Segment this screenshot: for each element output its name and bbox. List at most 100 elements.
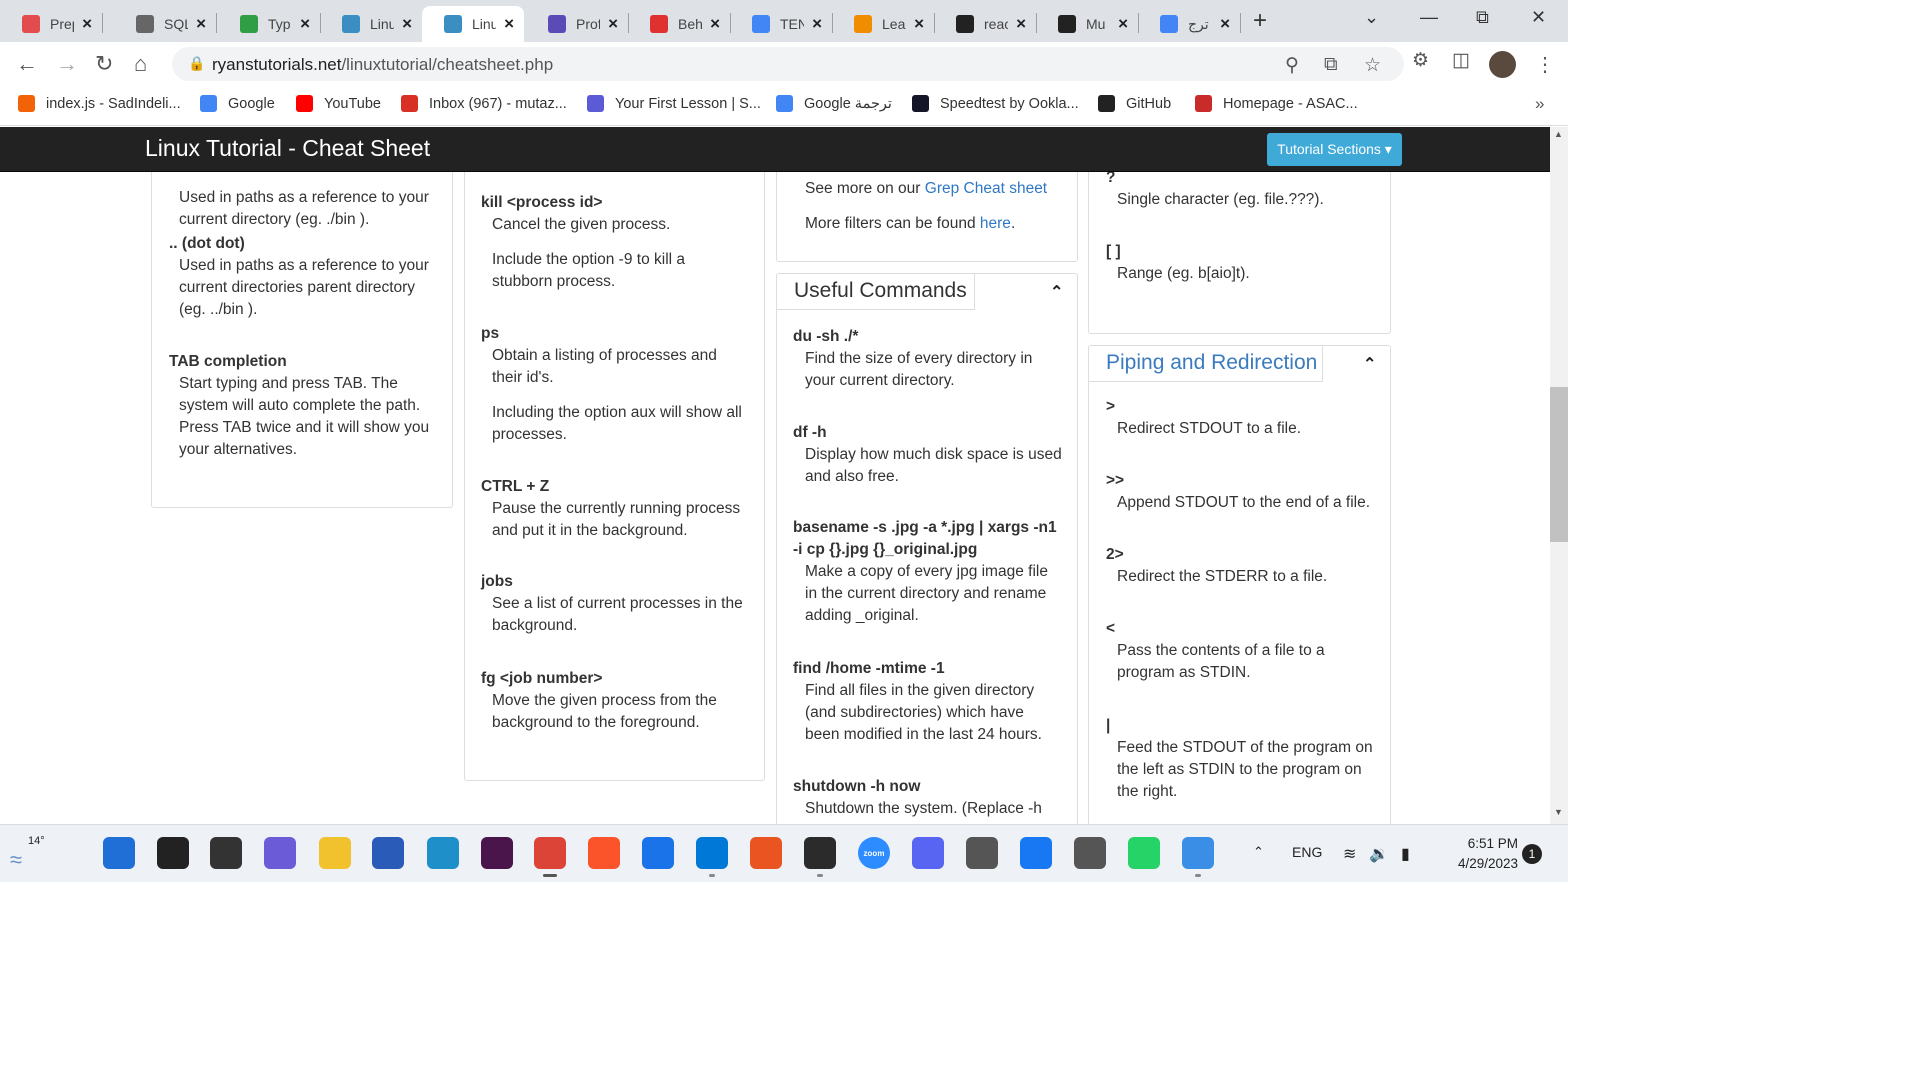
settings-icon[interactable] [1074,837,1106,869]
scroll-up-arrow-icon[interactable]: ▲ [1554,129,1563,139]
chrome-icon[interactable] [534,837,566,869]
close-icon[interactable]: × [402,14,412,34]
store-icon[interactable] [372,837,404,869]
tutorial-sections-button[interactable]: Tutorial Sections ▾ [1267,133,1402,166]
piping-redirection-title[interactable]: Piping and Redirection [1089,346,1323,382]
back-icon[interactable]: ← [16,51,38,77]
slack-icon[interactable] [481,837,513,869]
battery-icon[interactable]: ▮ [1401,844,1410,864]
camera-icon[interactable] [966,837,998,869]
browser-tab[interactable]: Prep × [0,6,102,42]
brave-icon[interactable] [588,837,620,869]
minimize-icon[interactable]: — [1420,7,1438,28]
site-title[interactable]: Linux Tutorial - Cheat Sheet [145,135,430,162]
zoom-magnifier-icon[interactable]: ⚲ [1285,54,1299,77]
photos-icon[interactable] [1182,837,1214,869]
close-icon[interactable]: × [710,14,720,34]
window-close-icon[interactable]: ✕ [1531,7,1546,28]
close-icon[interactable]: × [1118,14,1128,34]
close-icon[interactable]: × [1016,14,1026,34]
share-icon[interactable]: ⧉ [1324,54,1338,76]
tab-search-icon[interactable]: ⌄ [1364,7,1379,28]
command-description: Used in paths as a reference to your [179,257,429,274]
browser-tab[interactable]: ترج × [1138,6,1240,42]
facebook-icon[interactable] [1020,837,1052,869]
close-icon[interactable]: × [300,14,310,34]
bookmark-star-icon[interactable]: ☆ [1364,54,1381,77]
scrollbar-thumb[interactable] [1550,387,1568,542]
weather-widget[interactable]: 14° ≈ [10,833,50,873]
more-bookmarks-icon[interactable]: » [1535,94,1544,114]
useful-commands-title[interactable]: Useful Commands [777,274,975,310]
bookmark-item[interactable]: GitHub [1098,95,1171,112]
close-icon[interactable]: × [914,14,924,34]
bookmark-item[interactable]: YouTube [296,95,381,112]
side-panel-icon[interactable]: ◫ [1452,49,1470,72]
file-explorer-icon[interactable] [319,837,351,869]
start-icon[interactable] [103,837,135,869]
browser-tab[interactable]: Linu × [320,6,422,42]
lock-icon[interactable]: 🔒 [188,55,205,72]
new-tab-icon[interactable]: + [1253,7,1267,35]
bookmark-item[interactable]: Google [200,95,275,112]
page-scrollbar[interactable]: ▲ ▼ [1550,127,1568,824]
bookmark-item[interactable]: Homepage - ASAC... [1195,95,1358,112]
command-description: your alternatives. [179,441,298,458]
collapse-chevron-up-icon[interactable]: ⌃ [1050,282,1063,302]
browser-tab[interactable]: Linu × [422,6,524,42]
tray-chevron-icon[interactable]: ⌃ [1253,844,1264,860]
whatsapp-icon[interactable] [1128,837,1160,869]
close-icon[interactable]: × [608,14,618,34]
grep-cheatsheet-link[interactable]: Grep Cheat sheet [925,180,1047,197]
volume-icon[interactable]: 🔉 [1369,844,1389,864]
task-view-icon[interactable] [210,837,242,869]
ubuntu-icon[interactable] [750,837,782,869]
forward-icon[interactable]: → [56,51,78,77]
bookmark-label: index.js - SadIndeli... [46,95,181,112]
notification-badge[interactable]: 1 [1522,844,1542,864]
close-icon[interactable]: × [1220,14,1230,34]
terminal-icon[interactable] [804,837,836,869]
browser-tab[interactable]: SQL × [114,6,216,42]
home-icon[interactable]: ⌂ [134,51,147,77]
close-icon[interactable]: × [82,14,92,34]
zoom-icon[interactable]: zoom [858,837,890,869]
reload-icon[interactable]: ↻ [95,51,113,77]
close-icon[interactable]: × [196,14,206,34]
discord-icon[interactable] [912,837,944,869]
bookmark-item[interactable]: index.js - SadIndeli... [18,95,181,112]
vscode-icon[interactable] [696,837,728,869]
browser-tab[interactable]: Beh × [628,6,730,42]
browser-tab[interactable]: TEN × [730,6,832,42]
wifi-icon[interactable]: ≋ [1343,844,1356,864]
bookmark-item[interactable]: Google ترجمة [776,95,892,112]
collapse-chevron-up-icon[interactable]: ⌃ [1363,354,1376,374]
language-indicator[interactable]: ENG [1292,844,1322,860]
clock[interactable]: 6:51 PM 4/29/2023 [1433,834,1518,874]
search-icon[interactable] [157,837,189,869]
browser-menu-icon[interactable]: ⋮ [1535,52,1555,77]
browser-tab[interactable]: Typ × [218,6,320,42]
close-icon[interactable]: × [504,14,514,34]
mail-icon[interactable] [642,837,674,869]
colorful-icon [854,15,872,33]
restore-icon[interactable]: ⧉ [1476,7,1489,28]
scroll-down-arrow-icon[interactable]: ▼ [1554,807,1563,817]
edge-icon[interactable] [427,837,459,869]
bookmark-item[interactable]: Your First Lesson | S... [587,95,761,112]
browser-tab[interactable]: Prof × [526,6,628,42]
close-icon[interactable]: × [812,14,822,34]
command-term: TAB completion [169,353,287,370]
browser-tab[interactable]: reac × [934,6,1036,42]
bookmark-item[interactable]: Speedtest by Ookla... [912,95,1079,112]
filters-here-link[interactable]: here [980,215,1011,232]
bookmark-item[interactable]: Inbox (967) - mutaz... [401,95,567,112]
browser-tab[interactable]: Lea × [832,6,934,42]
profile-avatar[interactable] [1489,51,1516,78]
command-description: Redirect STDOUT to a file. [1117,420,1302,437]
url-text[interactable]: ryanstutorials.net/linuxtutorial/cheatsh… [212,55,553,75]
browser-tab[interactable]: Mu × [1036,6,1138,42]
extensions-icon[interactable]: ⚙ [1412,49,1429,72]
meet-icon[interactable] [264,837,296,869]
address-bar[interactable]: 🔒 ryanstutorials.net/linuxtutorial/cheat… [172,47,1404,81]
